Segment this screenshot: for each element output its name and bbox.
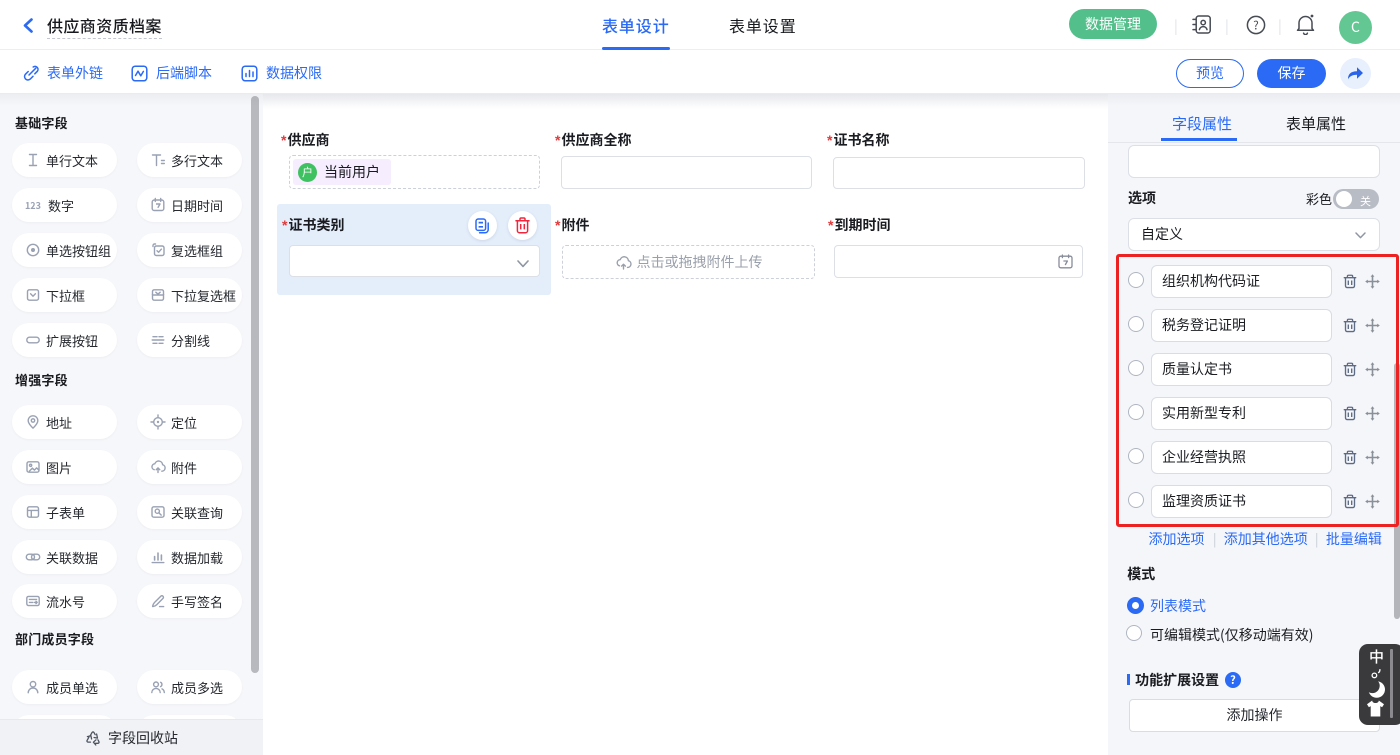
svg-text:123: 123 xyxy=(25,199,41,212)
svg-text:?: ? xyxy=(1253,17,1258,33)
